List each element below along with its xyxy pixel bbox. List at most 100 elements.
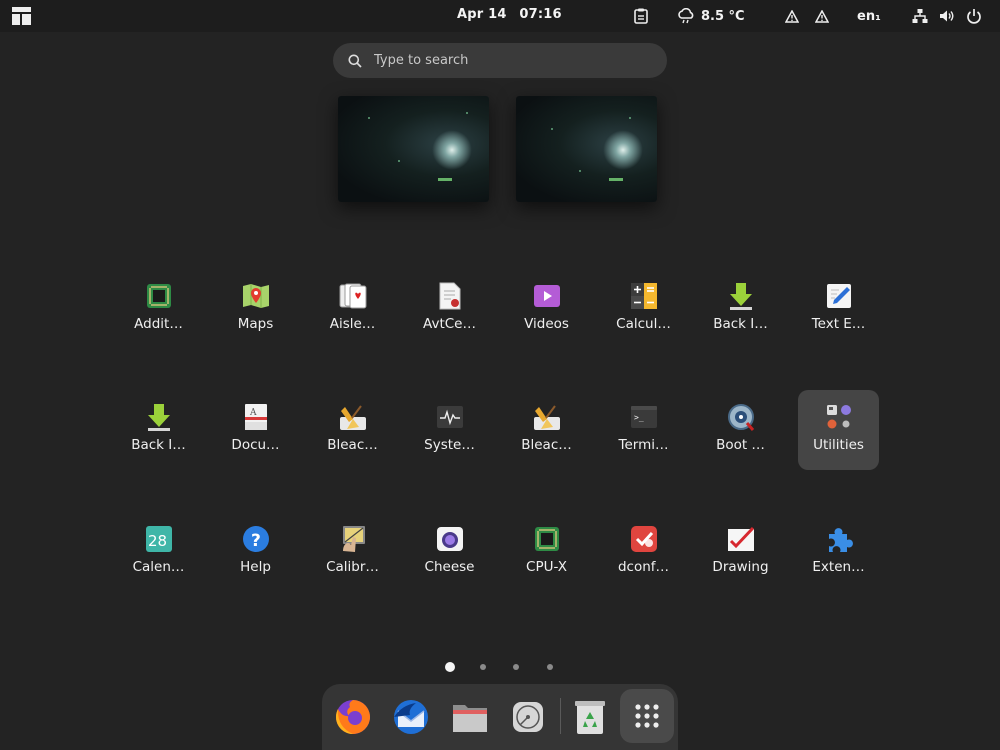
- search-bar[interactable]: [333, 43, 667, 78]
- workspace-thumbnail-1[interactable]: [338, 96, 489, 202]
- boot-repair-icon: [727, 403, 755, 431]
- app-label: Termi…: [618, 437, 669, 453]
- app-tile[interactable]: AvtCe…: [409, 269, 490, 349]
- cards-icon: [339, 282, 367, 310]
- app-label: Maps: [237, 316, 274, 332]
- app-tile[interactable]: Boot …: [700, 390, 781, 470]
- map-icon: [242, 282, 270, 310]
- page-indicator-2[interactable]: [480, 664, 486, 670]
- app-tile[interactable]: Back I…: [118, 390, 199, 470]
- warning-icon-2[interactable]: [815, 6, 829, 26]
- app-tile[interactable]: Cheese: [409, 512, 490, 592]
- svg-text:A: A: [249, 408, 257, 418]
- page-indicator-3[interactable]: [513, 664, 519, 670]
- calculator-icon: [630, 282, 658, 310]
- app-tile[interactable]: ? Help: [215, 512, 296, 592]
- search-input[interactable]: [374, 53, 634, 68]
- page-indicator-4[interactable]: [547, 664, 553, 670]
- app-label: Cheese: [424, 559, 475, 575]
- puzzle-icon: [825, 525, 853, 553]
- workspace-layout-icon[interactable]: [12, 7, 31, 25]
- app-tile[interactable]: Syste…: [409, 390, 490, 470]
- app-tile[interactable]: Videos: [506, 269, 587, 349]
- app-tile[interactable]: Text E…: [798, 269, 879, 349]
- app-label: Addit…: [134, 316, 183, 332]
- chip-icon: [145, 282, 173, 310]
- app-label: Utilities: [813, 437, 864, 453]
- app-label: Docu…: [231, 437, 280, 453]
- app-label: Aisle…: [329, 316, 376, 332]
- app-tile[interactable]: Bleac…: [506, 390, 587, 470]
- app-tile[interactable]: Exten…: [798, 512, 879, 592]
- app-tile[interactable]: 28 Calen…: [118, 512, 199, 592]
- show-apps-button[interactable]: [620, 689, 674, 743]
- svg-text:>_: >_: [634, 413, 644, 422]
- folder-grid-icon: [825, 403, 853, 431]
- volume-icon[interactable]: [939, 6, 955, 26]
- download-icon: [727, 282, 755, 310]
- app-label: Drawing: [712, 559, 769, 575]
- app-label: Bleac…: [521, 437, 572, 453]
- thunderbird-icon[interactable]: [389, 695, 433, 739]
- app-tile[interactable]: Calcul…: [603, 269, 684, 349]
- video-icon: [533, 282, 561, 310]
- app-tile[interactable]: A Docu…: [215, 390, 296, 470]
- warning-icon[interactable]: [785, 6, 799, 26]
- app-label: Back I…: [713, 316, 768, 332]
- app-label: Back I…: [131, 437, 186, 453]
- clock[interactable]: Apr 14 07:16: [457, 7, 562, 22]
- disk-usage-icon[interactable]: [506, 695, 550, 739]
- power-icon[interactable]: [966, 6, 982, 26]
- app-label: Calen…: [132, 559, 185, 575]
- app-label: Calcul…: [616, 316, 671, 332]
- app-label: Boot …: [716, 437, 765, 453]
- app-tile[interactable]: Back I…: [700, 269, 781, 349]
- time-text: 07:16: [519, 7, 562, 22]
- date-text: Apr 14: [457, 7, 507, 22]
- calibrate-icon: [339, 525, 367, 553]
- app-tile[interactable]: Drawing: [700, 512, 781, 592]
- app-tile[interactable]: Calibr…: [312, 512, 393, 592]
- drawing-icon: [727, 525, 755, 553]
- app-tile[interactable]: >_ Termi…: [603, 390, 684, 470]
- app-label: CPU-X: [526, 559, 567, 575]
- app-tile[interactable]: Utilities: [798, 390, 879, 470]
- app-tile[interactable]: dconf…: [603, 512, 684, 592]
- calendar-icon: 28: [145, 525, 173, 553]
- cloud-rain-icon: [678, 8, 694, 24]
- app-label: Videos: [524, 316, 569, 332]
- app-label: Calibr…: [326, 559, 379, 575]
- certificate-icon: [436, 282, 464, 310]
- app-tile[interactable]: Addit…: [118, 269, 199, 349]
- camera-icon: [436, 525, 464, 553]
- trash-icon[interactable]: [568, 695, 612, 739]
- dconf-icon: [630, 525, 658, 553]
- dock-separator: [560, 698, 561, 734]
- app-tile[interactable]: Maps: [215, 269, 296, 349]
- search-icon: [348, 54, 362, 68]
- workspace-thumbnail-2[interactable]: [516, 96, 657, 202]
- broom-icon: [339, 403, 367, 431]
- page-indicator-1[interactable]: [445, 662, 455, 672]
- weather-text: 8.5 °C: [701, 8, 745, 24]
- app-tile[interactable]: Bleac…: [312, 390, 393, 470]
- weather-indicator[interactable]: 8.5 °C: [677, 6, 745, 26]
- text-editor-icon: [825, 282, 853, 310]
- svg-text:28: 28: [148, 532, 167, 550]
- network-icon[interactable]: [912, 6, 928, 26]
- files-icon[interactable]: [448, 695, 492, 739]
- app-grid-icon: [635, 704, 659, 728]
- app-label: Help: [240, 559, 271, 575]
- keyboard-language[interactable]: en₁: [857, 6, 881, 26]
- app-tile[interactable]: CPU-X: [506, 512, 587, 592]
- clipboard-icon[interactable]: [634, 6, 648, 26]
- top-bar: Apr 14 07:16 8.5 °C en₁: [0, 0, 1000, 32]
- app-label: Bleac…: [327, 437, 378, 453]
- svg-text:?: ?: [251, 531, 261, 551]
- app-tile[interactable]: Aisle…: [312, 269, 393, 349]
- terminal-icon: >_: [630, 403, 658, 431]
- app-label: dconf…: [617, 559, 670, 575]
- download-icon: [145, 403, 173, 431]
- firefox-icon[interactable]: [331, 695, 375, 739]
- app-label: AvtCe…: [423, 316, 476, 332]
